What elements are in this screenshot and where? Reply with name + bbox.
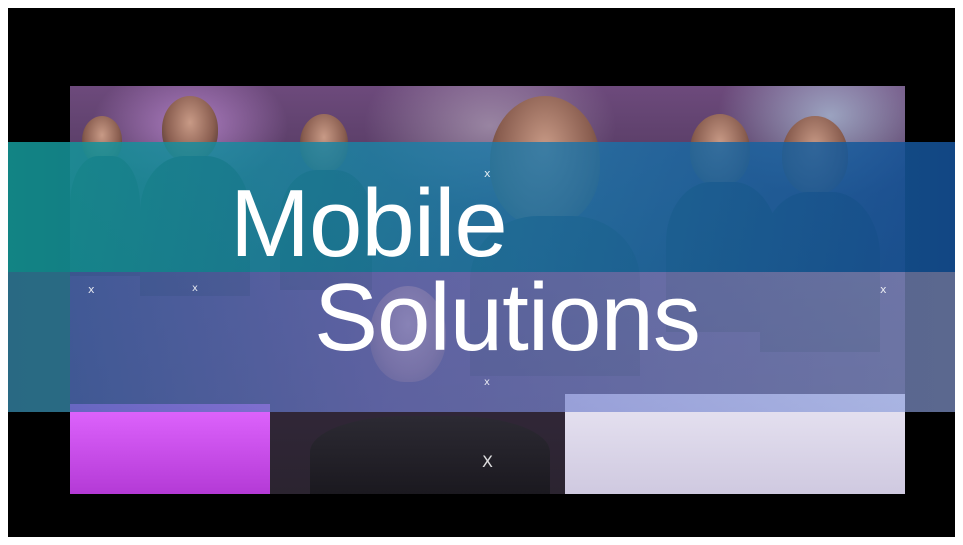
cross-mark: x [484,377,490,388]
title-line-2: Solutions [314,264,701,371]
cross-mark: x [192,283,198,294]
pink-light-panel [70,404,270,494]
title-line-1: Mobile [230,170,508,277]
cross-mark: x [88,283,95,296]
cross-mark: x [880,283,887,296]
left-overlay-block [8,272,70,412]
cross-mark-large: X [482,452,493,471]
speaker-body [310,416,550,494]
cross-mark: x [484,167,491,180]
video-frame: Mobile Solutions x x x x x X [8,8,955,537]
